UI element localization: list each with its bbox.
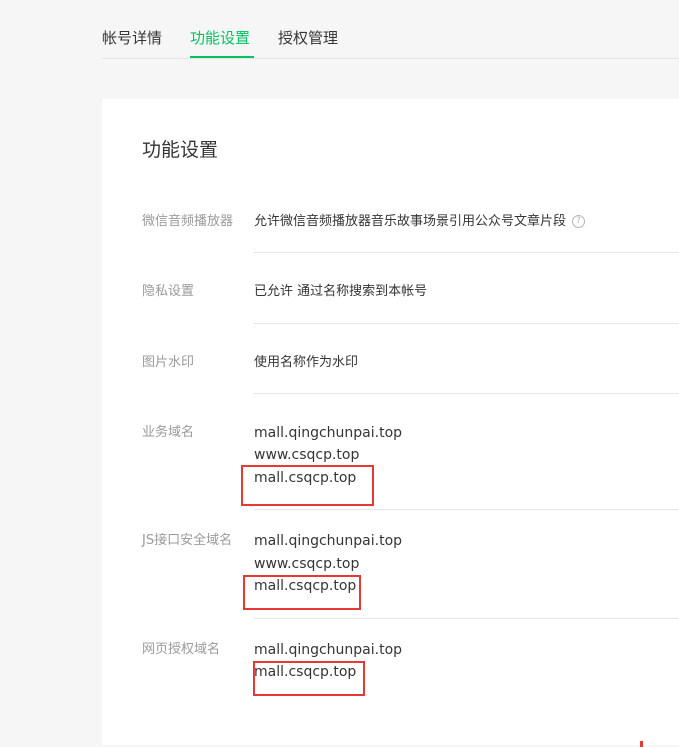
divider bbox=[254, 252, 679, 253]
question-circle-icon[interactable]: ? bbox=[572, 215, 586, 228]
active-tab-indicator bbox=[190, 56, 254, 58]
tab-account-details[interactable]: 帐号详情 bbox=[102, 28, 162, 48]
business-domain-item: www.csqcp.top bbox=[254, 447, 360, 463]
tab-authorization-management[interactable]: 授权管理 bbox=[278, 28, 338, 48]
audio-player-label: 微信音频播放器 bbox=[142, 214, 234, 229]
page-title: 功能设置 bbox=[142, 139, 219, 161]
business-domain-label: 业务域名 bbox=[142, 425, 195, 440]
highlight-box bbox=[253, 661, 365, 696]
web-auth-domain-item: mall.qingchunpai.top bbox=[254, 642, 403, 658]
highlight-box bbox=[243, 575, 361, 610]
divider bbox=[254, 618, 679, 619]
feature-settings-card: 功能设置 微信音频播放器 允许微信音频播放器音乐故事场景引用公众号文章片段? 隐… bbox=[102, 99, 679, 745]
divider bbox=[254, 323, 679, 324]
business-domain-item: mall.qingchunpai.top bbox=[254, 425, 403, 441]
tab-bar: 帐号详情 功能设置 授权管理 bbox=[102, 0, 679, 59]
tab-feature-settings[interactable]: 功能设置 bbox=[190, 28, 250, 48]
divider bbox=[254, 393, 679, 394]
audio-player-setting: 允许微信音频播放器音乐故事场景引用公众号文章片段? bbox=[254, 213, 586, 231]
red-mark bbox=[640, 741, 643, 747]
js-safe-domain-item: www.csqcp.top bbox=[254, 556, 360, 572]
divider bbox=[254, 509, 679, 510]
privacy-settings-value: 已允许 通过名称搜索到本帐号 bbox=[254, 284, 428, 299]
js-safe-domain-item: mall.qingchunpai.top bbox=[254, 533, 403, 549]
image-watermark-label: 图片水印 bbox=[142, 355, 195, 370]
js-safe-domain-label: JS接口安全域名 bbox=[142, 533, 233, 548]
audio-player-value: 允许微信音频播放器音乐故事场景引用公众号文章片段 bbox=[254, 214, 567, 229]
highlight-box bbox=[241, 465, 374, 506]
web-auth-domain-label: 网页授权域名 bbox=[142, 642, 221, 657]
image-watermark-value: 使用名称作为水印 bbox=[254, 355, 359, 370]
privacy-settings-label: 隐私设置 bbox=[142, 284, 195, 299]
